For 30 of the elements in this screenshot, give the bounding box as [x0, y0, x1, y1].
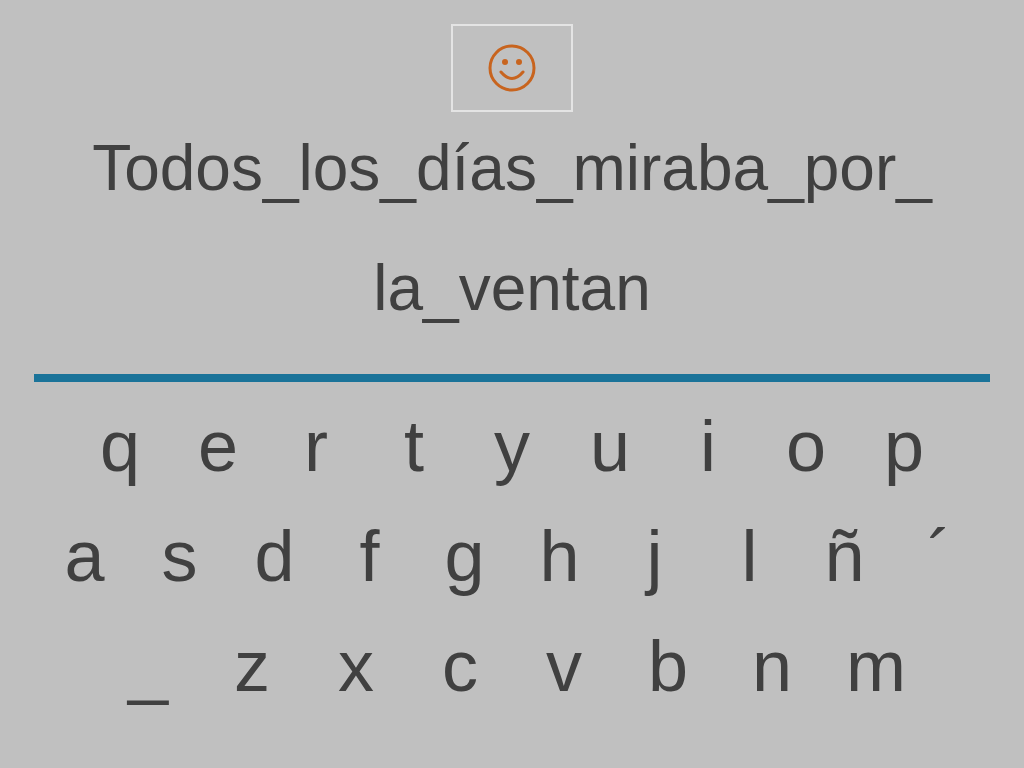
letter-key[interactable]: n — [720, 626, 824, 706]
letter-key[interactable]: p — [855, 406, 953, 486]
letter-key[interactable]: c — [408, 626, 512, 706]
letter-key[interactable]: x — [304, 626, 408, 706]
letter-key[interactable]: o — [757, 406, 855, 486]
letter-key[interactable]: h — [512, 516, 607, 596]
letter-key[interactable]: ´ — [892, 516, 987, 596]
letter-key[interactable]: a — [37, 516, 132, 596]
letter-key[interactable]: q — [71, 406, 169, 486]
letter-key[interactable]: d — [227, 516, 322, 596]
sentence-text: Todos_los_días_miraba_por_ — [92, 131, 932, 206]
letter-key[interactable]: e — [169, 406, 267, 486]
letter-key[interactable]: m — [824, 626, 928, 706]
letter-key[interactable]: z — [200, 626, 304, 706]
letter-key[interactable]: g — [417, 516, 512, 596]
letter-key[interactable]: i — [659, 406, 757, 486]
letter-key[interactable]: s — [132, 516, 227, 596]
smiley-icon — [487, 43, 537, 93]
letter-key[interactable]: v — [512, 626, 616, 706]
letter-key[interactable]: y — [463, 406, 561, 486]
letter-key[interactable]: l — [702, 516, 797, 596]
letter-key[interactable]: _ — [96, 626, 200, 706]
letter-key[interactable]: u — [561, 406, 659, 486]
letter-key[interactable]: j — [607, 516, 702, 596]
letter-key[interactable]: t — [365, 406, 463, 486]
letter-key[interactable]: b — [616, 626, 720, 706]
letter-key[interactable]: r — [267, 406, 365, 486]
letter-key[interactable]: f — [322, 516, 417, 596]
letter-key[interactable]: ñ — [797, 516, 892, 596]
sentence-text: la_ventan — [373, 251, 651, 326]
